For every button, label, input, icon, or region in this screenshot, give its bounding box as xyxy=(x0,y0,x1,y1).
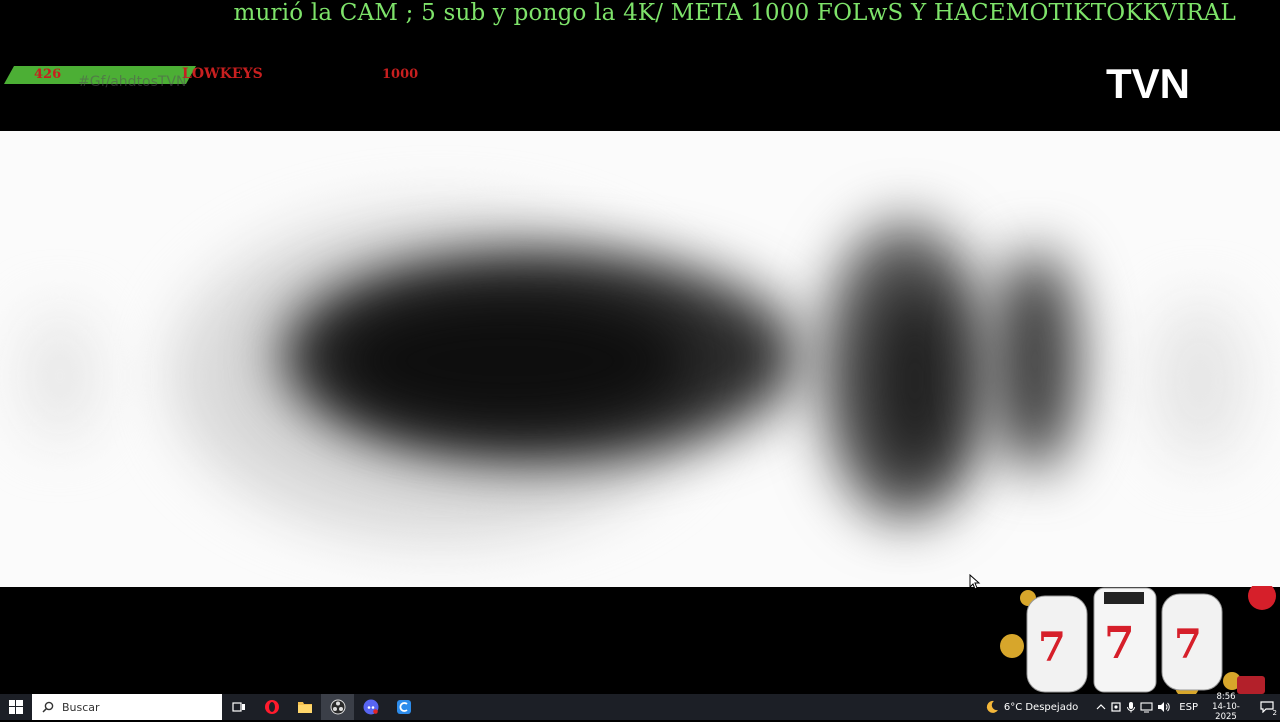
system-tray: 6°C Despejado ESP 8:56 14-10-2025 2 xyxy=(980,692,1280,722)
slot-machine-icon: 7 7 7 xyxy=(1000,586,1276,694)
discord-taskbar-button[interactable] xyxy=(354,694,387,720)
weather-moon-icon[interactable] xyxy=(984,699,1000,715)
microphone-icon[interactable] xyxy=(1126,701,1136,713)
opera-taskbar-button[interactable] xyxy=(255,694,288,720)
file-explorer-taskbar-button[interactable] xyxy=(288,694,321,720)
language-indicator[interactable]: ESP xyxy=(1179,702,1198,713)
notification-count-badge: 2 xyxy=(1272,709,1277,717)
search-placeholder: Buscar xyxy=(62,700,100,714)
chevron-up-icon[interactable] xyxy=(1096,703,1106,711)
network-icon[interactable] xyxy=(1140,701,1153,713)
capcut-icon xyxy=(396,700,411,714)
tray-app-icon[interactable] xyxy=(1110,701,1122,713)
follower-goal-bar: 426 LOWKEYS 1000 xyxy=(0,62,430,90)
stream-ticker-text: murió la CAM ; 5 sub y pongo la 4K/ META… xyxy=(233,0,1236,26)
clock-time: 8:56 xyxy=(1216,692,1236,702)
svg-text:7: 7 xyxy=(1104,618,1135,669)
opera-icon xyxy=(264,700,279,714)
windows-taskbar: Buscar 6°C Despejado ESP 8:56 14-10-2025… xyxy=(0,692,1280,722)
task-view-icon xyxy=(231,702,245,712)
obs-taskbar-button[interactable] xyxy=(321,694,354,720)
taskbar-search-box[interactable]: Buscar xyxy=(32,694,222,720)
goal-label: LOWKEYS xyxy=(182,66,263,82)
svg-text:7: 7 xyxy=(1038,624,1066,671)
discord-icon xyxy=(363,699,378,715)
weather-text[interactable]: 6°C Despejado xyxy=(1004,702,1078,713)
capcut-taskbar-button[interactable] xyxy=(387,694,420,720)
notification-center-button[interactable]: 2 xyxy=(1254,694,1280,720)
obs-icon xyxy=(330,699,345,715)
goal-target-count: 1000 xyxy=(382,67,419,82)
volume-icon[interactable] xyxy=(1157,701,1171,713)
windows-logo-icon xyxy=(9,700,23,714)
svg-text:TVN: TVN xyxy=(1106,60,1190,104)
search-icon xyxy=(42,701,54,713)
faint-handle-text: #Gf/ahdtosTVN xyxy=(78,74,187,90)
goal-current-count: 426 xyxy=(34,67,62,82)
task-view-button[interactable] xyxy=(222,694,255,720)
tvn-logo: TVN xyxy=(1106,60,1190,104)
clock-date: 14-10-2025 xyxy=(1212,702,1240,722)
svg-text:7: 7 xyxy=(1174,621,1202,668)
windows-start-button[interactable] xyxy=(0,694,32,720)
video-frame xyxy=(0,131,1280,587)
mouse-cursor-icon xyxy=(969,574,981,590)
file-explorer-icon xyxy=(297,702,312,713)
taskbar-clock[interactable]: 8:56 14-10-2025 xyxy=(1202,692,1250,722)
